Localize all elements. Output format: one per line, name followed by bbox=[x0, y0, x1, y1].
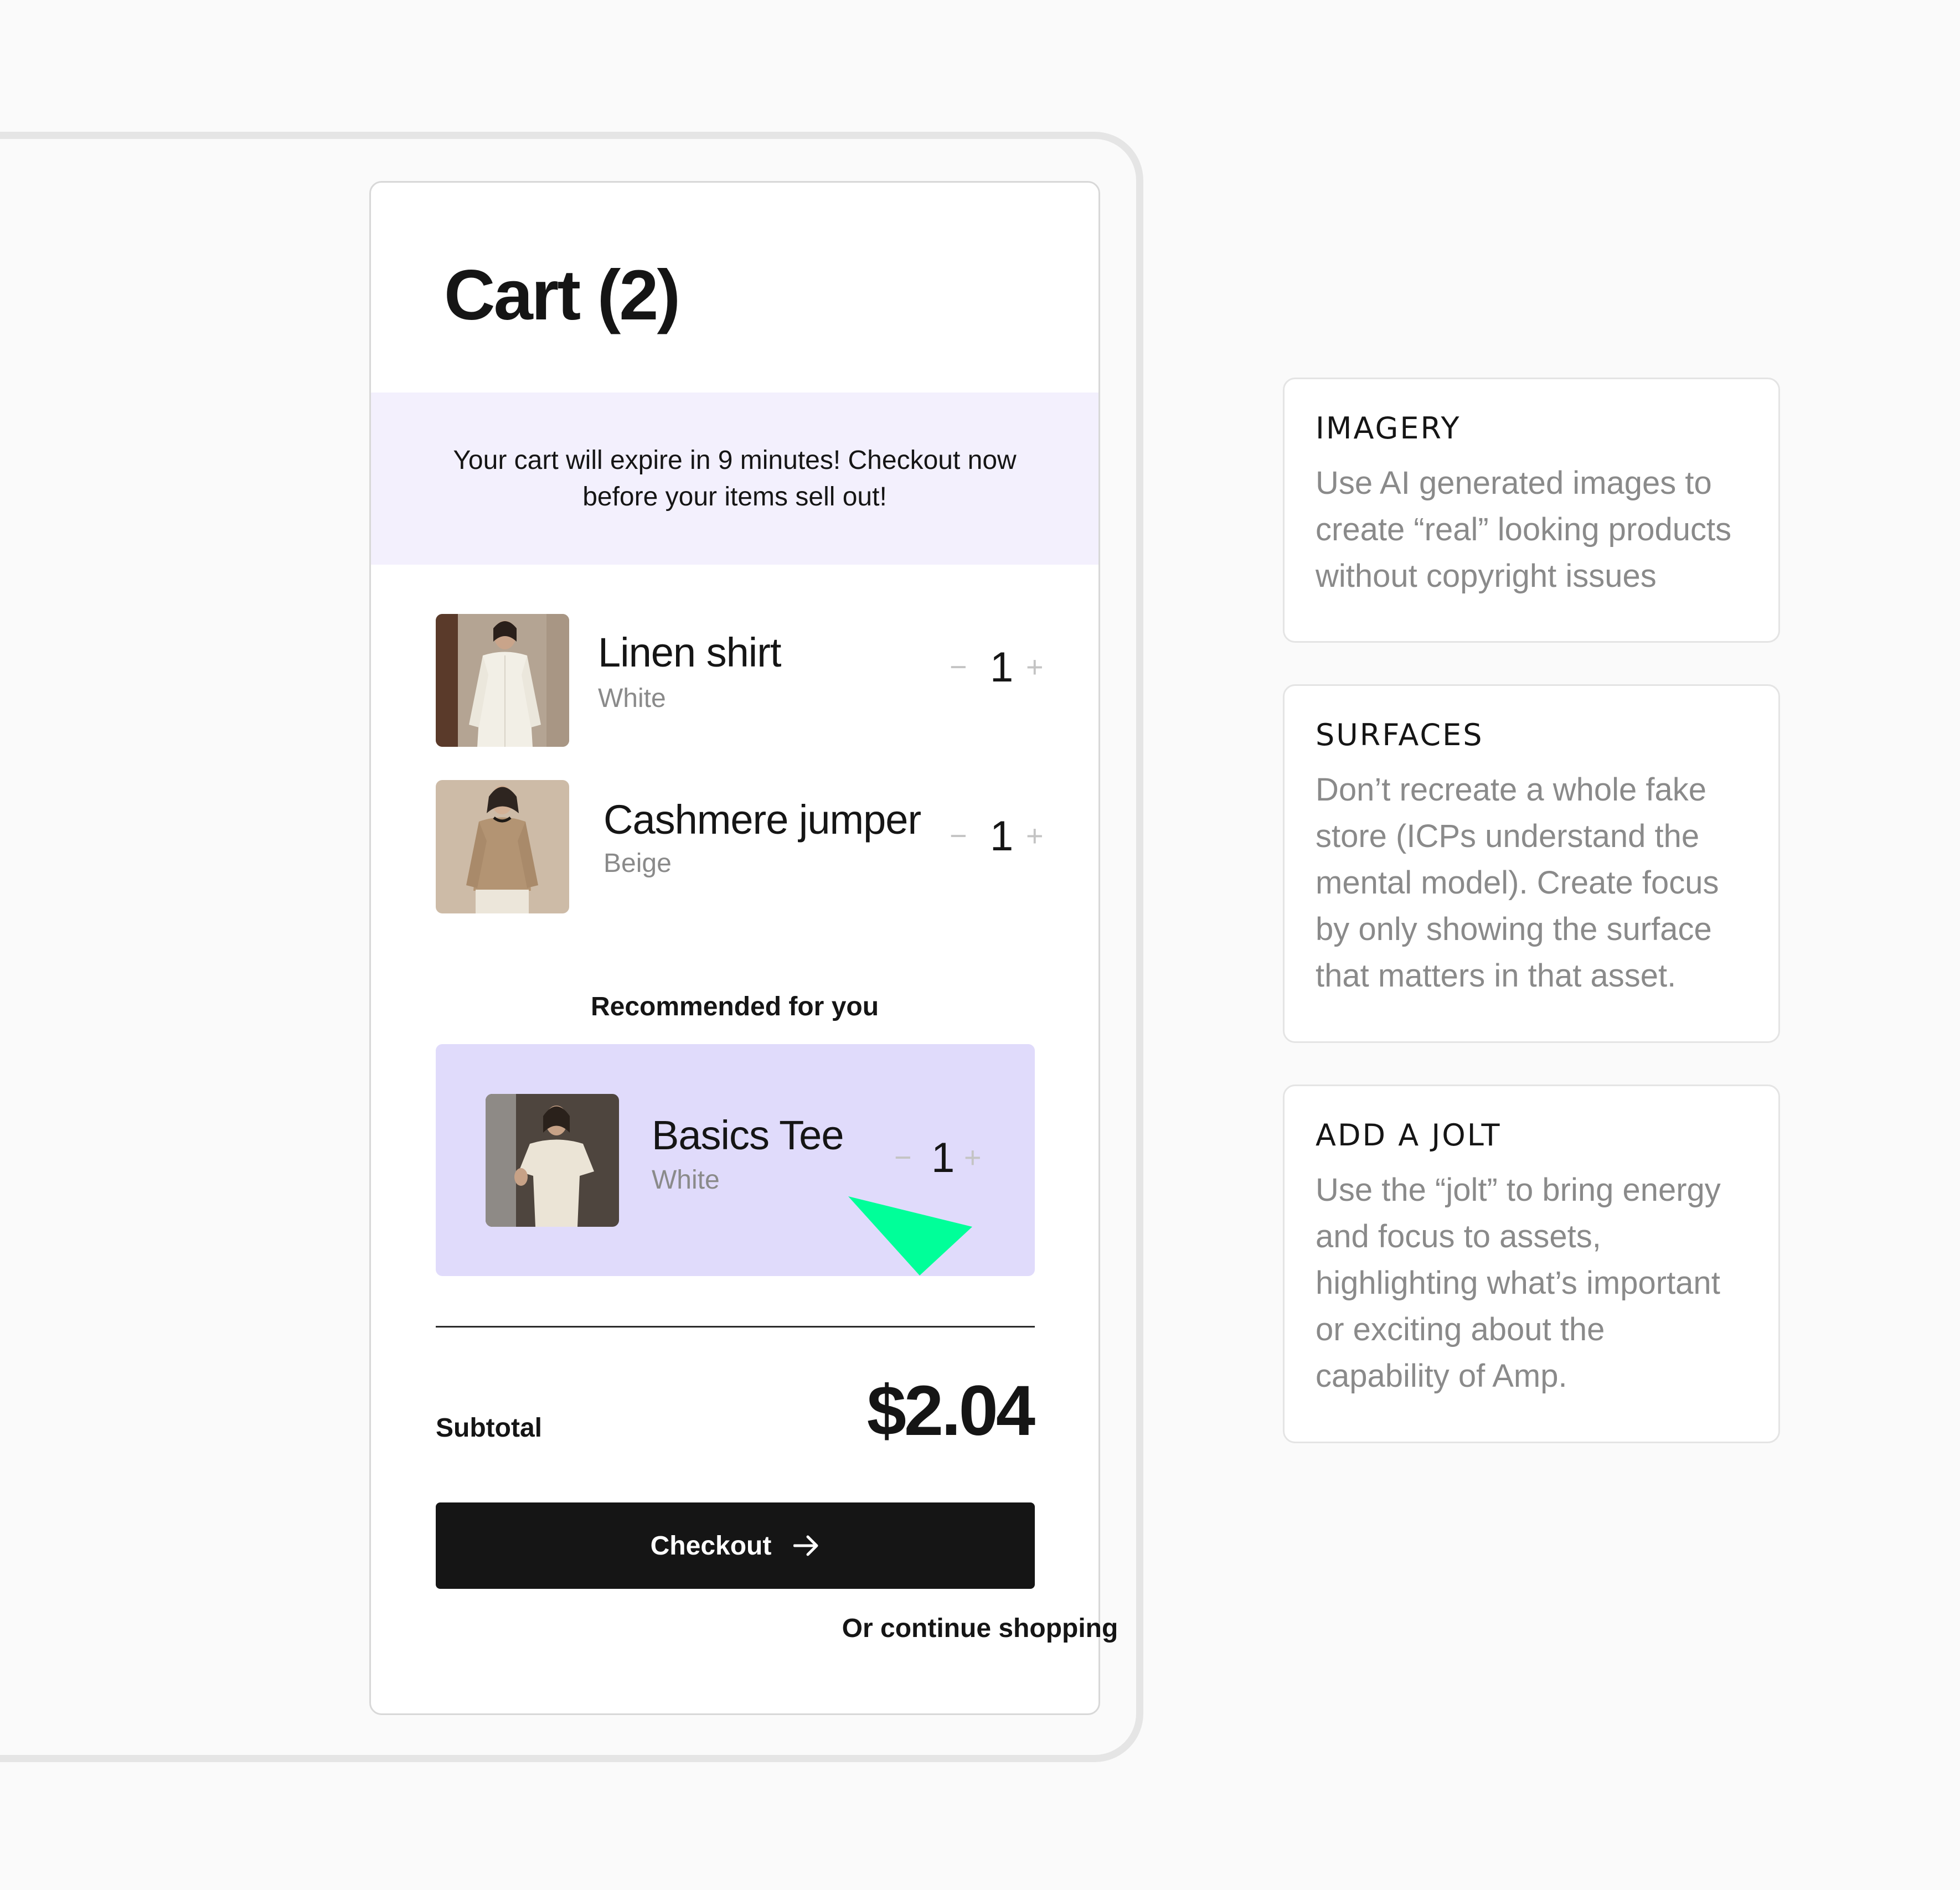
checkout-button-label: Checkout bbox=[650, 1531, 772, 1561]
item-name: Cashmere jumper bbox=[604, 797, 921, 843]
increase-quantity-button[interactable]: + bbox=[1026, 652, 1044, 682]
jolt-cursor-icon bbox=[848, 1196, 972, 1276]
item-name: Linen shirt bbox=[598, 629, 781, 675]
note-title: ADD A JOLT bbox=[1316, 1118, 1502, 1153]
summary-divider bbox=[436, 1326, 1035, 1328]
cart-panel: Cart (2) Your cart will expire in 9 minu… bbox=[369, 181, 1100, 1715]
subtotal-label: Subtotal bbox=[436, 1413, 542, 1443]
subtotal-value: $2.04 bbox=[866, 1371, 1035, 1450]
note-title: SURFACES bbox=[1316, 717, 1484, 752]
expiry-banner-text: Your cart will expire in 9 minutes! Chec… bbox=[453, 445, 1017, 512]
note-body: Use the “jolt” to bring energy and focus… bbox=[1316, 1172, 1721, 1394]
item-name: Basics Tee bbox=[652, 1112, 844, 1158]
recommended-heading: Recommended for you bbox=[590, 992, 879, 1021]
item-quantity: 1 bbox=[990, 813, 1014, 860]
item-quantity: 1 bbox=[990, 644, 1014, 691]
note-card-imagery: IMAGERY Use AI generated images to creat… bbox=[1283, 378, 1780, 643]
increase-quantity-button[interactable]: + bbox=[964, 1143, 982, 1173]
item-color: White bbox=[652, 1165, 720, 1195]
product-image-linen-shirt bbox=[436, 614, 569, 747]
recommended-item-card: Basics Tee White − 1 + bbox=[436, 1044, 1035, 1276]
checkout-button[interactable]: Checkout bbox=[436, 1502, 1035, 1589]
arrow-right-icon bbox=[793, 1535, 818, 1556]
increase-quantity-button[interactable]: + bbox=[1026, 821, 1044, 851]
continue-shopping-link[interactable]: Or continue shopping bbox=[0, 1615, 1960, 1642]
item-color: White bbox=[598, 684, 666, 713]
decrease-quantity-button[interactable]: − bbox=[894, 1143, 912, 1173]
note-body: Don’t recreate a whole fake store (ICPs … bbox=[1316, 772, 1719, 994]
note-card-add-a-jolt: ADD A JOLT Use the “jolt” to bring energ… bbox=[1283, 1085, 1780, 1443]
note-body: Use AI generated images to create “real”… bbox=[1316, 465, 1732, 594]
item-color: Beige bbox=[604, 849, 672, 878]
decrease-quantity-button[interactable]: − bbox=[950, 652, 967, 682]
note-card-surfaces: SURFACES Don’t recreate a whole fake sto… bbox=[1283, 684, 1780, 1043]
cart-title: Cart (2) bbox=[444, 256, 680, 335]
note-title: IMAGERY bbox=[1316, 411, 1461, 446]
product-image-basics-tee bbox=[486, 1094, 619, 1227]
decrease-quantity-button[interactable]: − bbox=[950, 821, 967, 851]
product-image-cashmere-jumper bbox=[436, 780, 569, 913]
item-quantity: 1 bbox=[931, 1134, 955, 1181]
expiry-banner: Your cart will expire in 9 minutes! Chec… bbox=[371, 393, 1098, 565]
